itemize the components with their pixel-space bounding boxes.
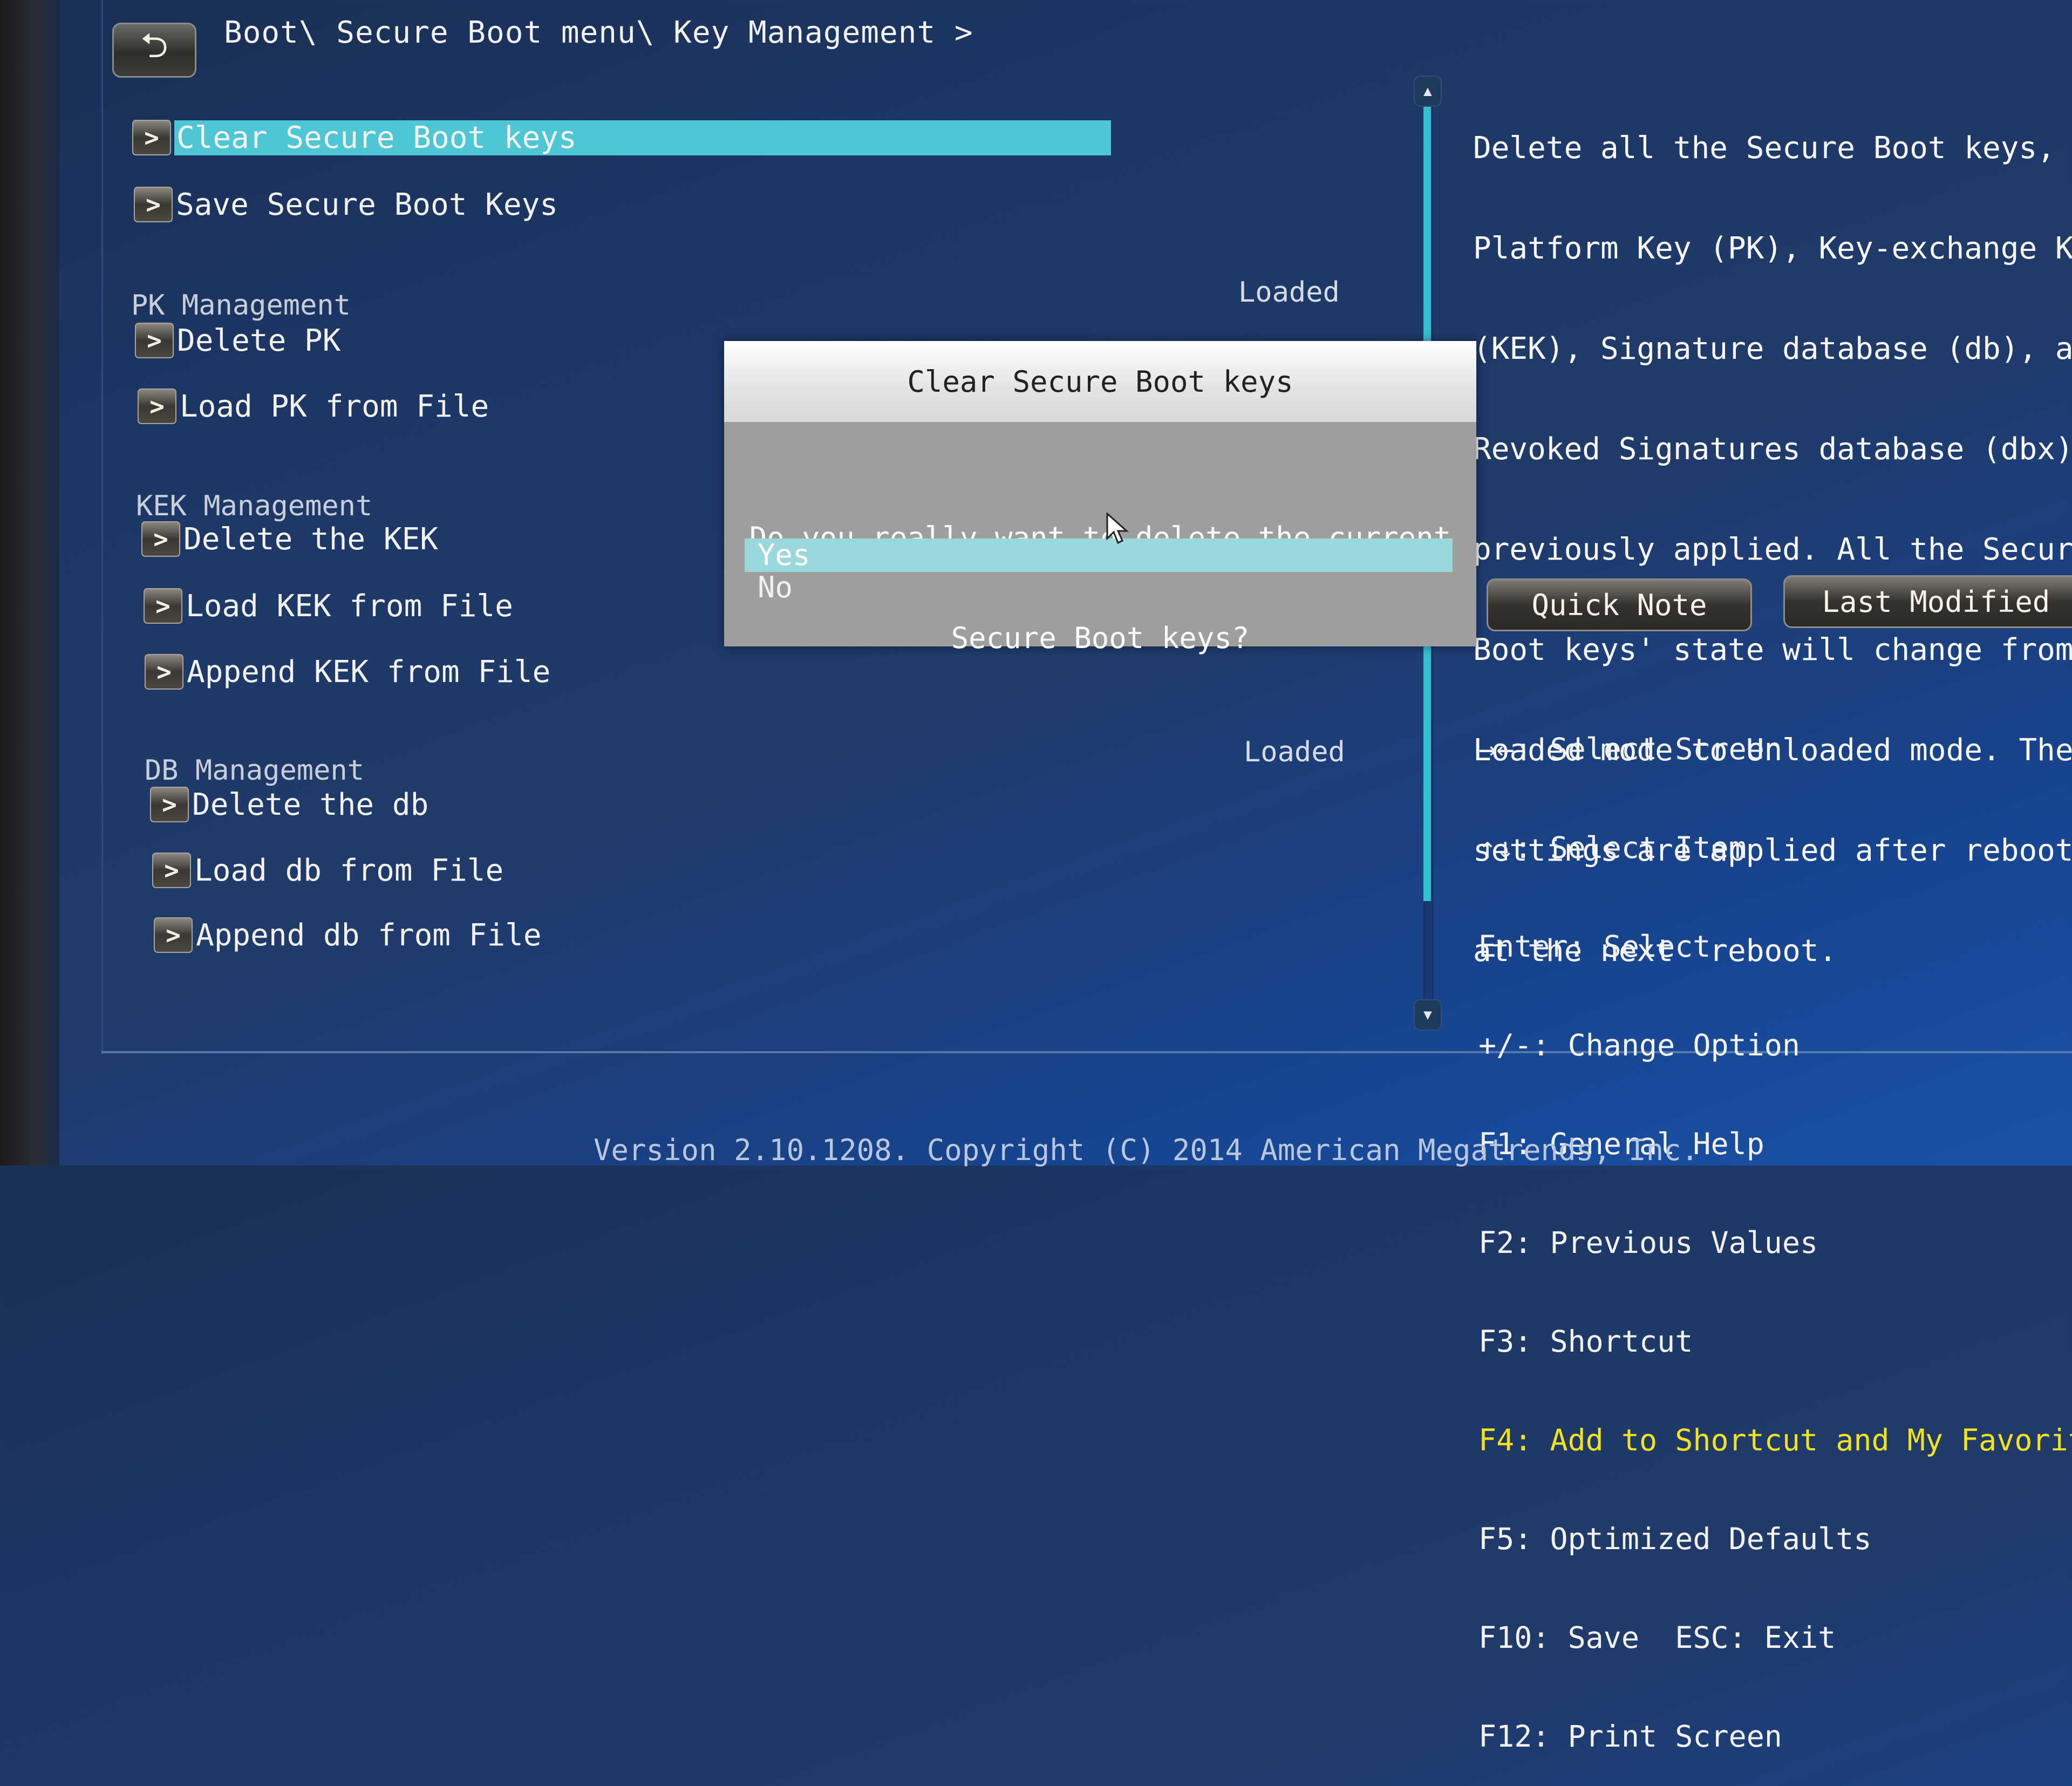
scroll-up-arrow-icon[interactable]: ▲ <box>1414 76 1442 107</box>
menu-item-load-kek-from-file[interactable]: > Load KEK from File <box>144 588 513 624</box>
menu-item-delete-pk[interactable]: > Delete PK <box>135 323 340 358</box>
help-line: Revoked Signatures database (dbx) <box>1473 432 2072 467</box>
return-arrow-icon: ⮌ <box>140 26 168 66</box>
chevron-right-icon: > <box>134 187 173 222</box>
menu-item-label: Append db from File <box>196 917 542 953</box>
key-hint: F3: Shortcut <box>1478 1324 1693 1359</box>
section-title-pk-management: PK Management <box>131 289 351 322</box>
dialog-option-yes[interactable]: Yes <box>745 538 1453 572</box>
chevron-right-icon: > <box>150 787 189 822</box>
chevron-right-icon: > <box>154 917 193 953</box>
menu-item-load-db-from-file[interactable]: > Load db from File <box>152 853 503 888</box>
key-hint: →←: Select Screen <box>1478 732 1782 766</box>
menu-item-delete-the-kek[interactable]: > Delete the KEK <box>141 521 438 557</box>
key-hint: F12: Print Screen <box>1478 1719 1782 1754</box>
key-hint: F5: Optimized Defaults <box>1478 1522 1872 1556</box>
menu-item-clear-secure-boot-keys[interactable]: > Clear Secure Boot keys <box>132 120 1111 155</box>
chevron-right-icon: > <box>145 654 183 690</box>
menu-item-label: Load db from File <box>194 853 504 888</box>
menu-item-save-secure-boot-keys[interactable]: > Save Secure Boot Keys <box>134 187 558 222</box>
menu-item-label: Delete the KEK <box>183 521 439 557</box>
quick-note-button[interactable]: Quick Note <box>1487 578 1752 631</box>
monitor-bezel <box>0 0 59 1165</box>
key-hint-highlighted: F4: Add to Shortcut and My Favorites <box>1478 1423 2072 1457</box>
chevron-right-icon: > <box>144 588 182 624</box>
confirm-dialog: Clear Secure Boot keys Do you really wan… <box>724 341 1476 655</box>
help-line: Platform Key (PK), Key-exchange Key <box>1473 231 2072 266</box>
pk-status: Loaded <box>1238 276 1340 309</box>
help-line: Delete all the Secure Boot keys, <box>1473 131 2055 166</box>
menu-item-label: Save Secure Boot Keys <box>176 187 558 222</box>
key-legend: →←: Select Screen ↑↓: Select Item Enter:… <box>1478 667 2072 1786</box>
frame-divider-vertical <box>101 0 103 1055</box>
section-title-db-management: DB Management <box>145 754 364 787</box>
chevron-right-icon: > <box>141 521 180 557</box>
key-hint: +/-: Change Option <box>1478 1028 1801 1062</box>
help-line: previously applied. All the Secure <box>1473 532 2072 567</box>
db-status: Loaded <box>1244 736 1345 768</box>
chevron-right-icon: > <box>138 388 176 424</box>
help-line: Boot keys' state will change from <box>1473 632 2072 667</box>
chevron-right-icon: > <box>132 120 171 155</box>
section-title-kek-management: KEK Management <box>136 490 373 522</box>
key-hint: ↑↓: Select Item <box>1478 830 1747 865</box>
menu-item-label: Delete PK <box>177 323 341 358</box>
back-button[interactable]: ⮌ <box>112 23 196 78</box>
menu-item-label: Load PK from File <box>180 388 489 424</box>
menu-item-label: Delete the db <box>192 787 429 822</box>
menu-item-delete-the-db[interactable]: > Delete the db <box>150 787 428 822</box>
dialog-option-no[interactable]: No <box>745 571 1453 604</box>
key-hint: F2: Previous Values <box>1478 1225 1818 1260</box>
mouse-cursor-icon <box>1106 513 1129 544</box>
dialog-message-line: Secure Boot keys? <box>951 621 1250 655</box>
menu-item-append-db-from-file[interactable]: > Append db from File <box>154 917 542 953</box>
key-hint: Enter: Select <box>1478 929 1711 964</box>
version-footer: Version 2.10.1208. Copyright (C) 2014 Am… <box>594 1133 1699 1167</box>
scroll-down-arrow-icon[interactable]: ▼ <box>1414 999 1442 1031</box>
menu-item-label: Append KEK from File <box>187 654 551 690</box>
menu-item-label: Load KEK from File <box>186 588 513 624</box>
last-modified-button[interactable]: Last Modified <box>1783 575 2072 628</box>
help-line: (KEK), Signature database (db), and <box>1473 331 2072 366</box>
key-hint: F10: Save ESC: Exit <box>1478 1620 1836 1655</box>
menu-item-load-pk-from-file[interactable]: > Load PK from File <box>138 388 489 424</box>
chevron-right-icon: > <box>135 323 174 358</box>
dialog-body: Do you really want to delete the current… <box>724 422 1476 655</box>
menu-item-append-kek-from-file[interactable]: > Append KEK from File <box>145 654 550 690</box>
chevron-right-icon: > <box>152 853 191 888</box>
dialog-title: Clear Secure Boot keys <box>724 341 1476 422</box>
menu-item-label: Clear Secure Boot keys <box>174 120 1111 155</box>
breadcrumb: Boot\ Secure Boot menu\ Key Management > <box>224 15 973 50</box>
